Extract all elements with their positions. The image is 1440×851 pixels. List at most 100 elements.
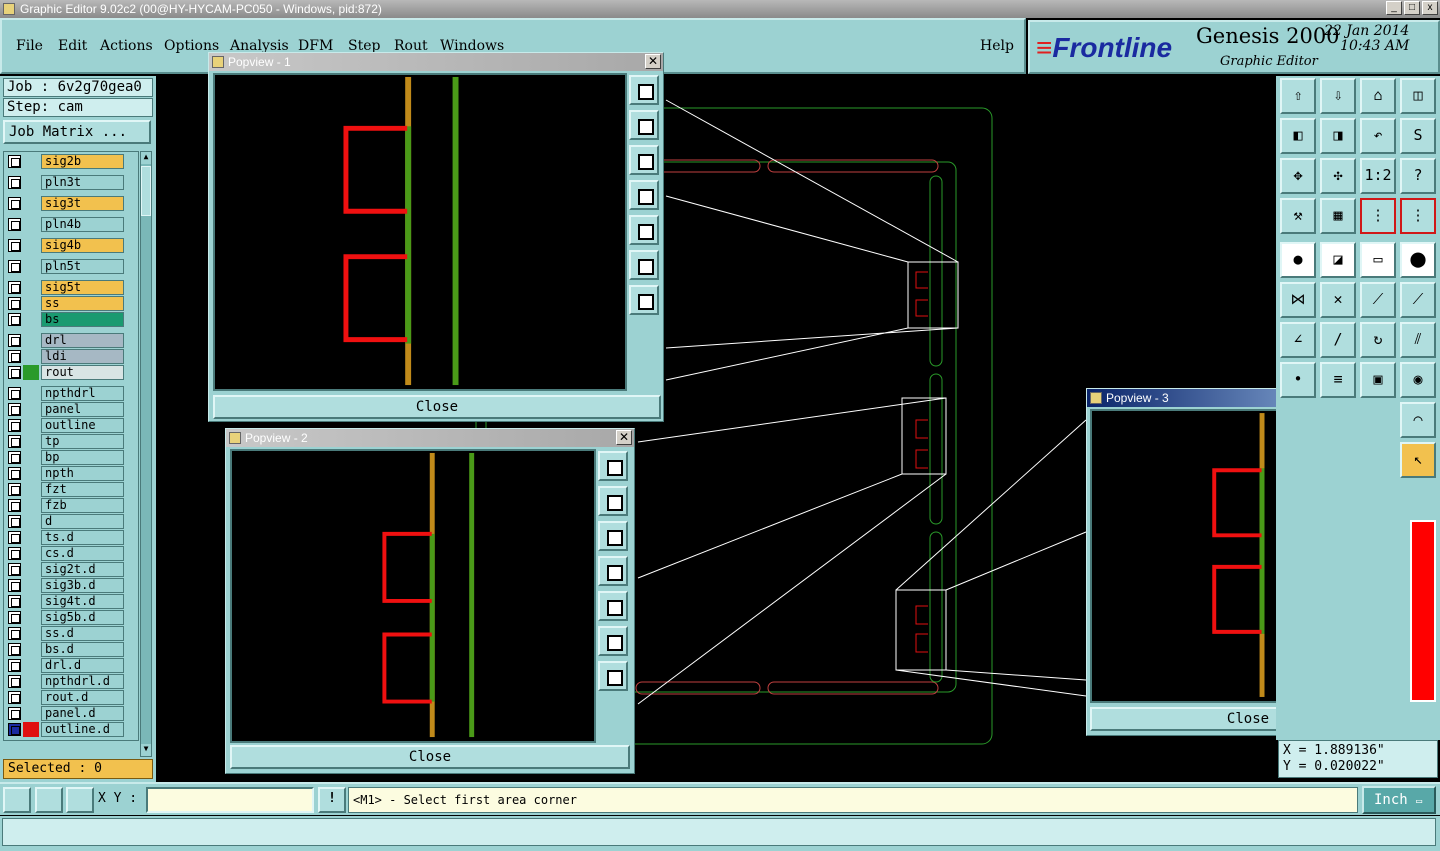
layer-row[interactable]: rout [6,365,126,380]
pop-zoom-in-button[interactable] [598,626,628,656]
layer-checkbox[interactable] [8,643,21,656]
layer-row[interactable]: cs.d [6,546,126,561]
layer-row[interactable]: drl [6,333,126,348]
layer-checkbox[interactable] [8,531,21,544]
snap-grid-icon[interactable] [66,787,94,813]
layer-name[interactable]: bp [41,450,124,465]
layer-row[interactable]: sig2b [6,154,126,169]
redraw-icon[interactable]: S [1400,118,1436,154]
layer-name[interactable]: pln3t [41,175,124,190]
menu-edit[interactable]: Edit [58,38,87,54]
layer-name[interactable]: rout.d [41,690,124,705]
split-view-icon[interactable]: ◫ [1400,78,1436,114]
layer-row[interactable]: fzb [6,498,126,513]
zoom-out-icon[interactable]: ✣ [1320,158,1356,194]
xy-input[interactable] [146,787,314,813]
minimize-button[interactable]: _ [1386,1,1402,15]
layer-checkbox[interactable] [8,176,21,189]
snap-angle-icon[interactable] [35,787,63,813]
popview-1-view[interactable] [213,73,627,391]
layer-row[interactable]: ss [6,296,126,311]
layer-scrollbar[interactable]: ▲ ▼ [140,151,152,757]
layer-name[interactable]: ts.d [41,530,124,545]
pop-pan-right-button[interactable] [629,215,659,245]
pop-pan-up-button[interactable] [629,110,659,140]
layer-name[interactable]: sig4b [41,238,124,253]
pop-pan-up-button[interactable] [598,486,628,516]
pan-right-icon[interactable]: ◨ [1320,118,1356,154]
layer-name[interactable]: sig2t.d [41,562,124,577]
layer-checkbox[interactable] [8,297,21,310]
layer-name[interactable]: panel.d [41,706,124,721]
layer-name[interactable]: drl [41,333,124,348]
layer-checkbox[interactable] [8,435,21,448]
layer-name[interactable]: bs.d [41,642,124,657]
layer-checkbox[interactable] [8,723,21,736]
ruler-tool-icon[interactable]: ⚒ [1280,198,1316,234]
layer-row[interactable]: bs.d [6,642,126,657]
snap-corner-icon[interactable] [3,787,31,813]
layer-row[interactable]: tp [6,434,126,449]
arc-icon[interactable]: ↻ [1360,322,1396,358]
layer-name[interactable]: sig5t [41,280,124,295]
layer-row[interactable]: npthdrl.d [6,674,126,689]
layer-row[interactable]: sig3t [6,196,126,211]
layer-name[interactable]: sig3b.d [41,578,124,593]
menu-actions[interactable]: Actions [100,38,153,54]
ff-icon[interactable]: ⫽ [1400,322,1436,358]
menu-file[interactable]: File [16,38,43,54]
align-icon[interactable]: ≡ [1320,362,1356,398]
unit-selector[interactable]: Inch ▭ [1362,786,1436,814]
layer-checkbox[interactable] [8,334,21,347]
layer-checkbox[interactable] [8,197,21,210]
layer-checkbox[interactable] [8,239,21,252]
job-matrix-button[interactable]: Job Matrix ... [3,120,151,144]
layer-row[interactable]: sig5t [6,280,126,295]
dot-select-icon[interactable]: ⬤ [1400,242,1436,278]
snap-alt-icon[interactable]: ⋮ [1400,198,1436,234]
layer-name[interactable]: npthdrl [41,386,124,401]
download-icon[interactable]: ⇩ [1320,78,1356,114]
layer-name[interactable]: pln4b [41,217,124,232]
angle-icon[interactable]: ∠ [1280,322,1316,358]
cross-icon[interactable]: ✕ [1320,282,1356,318]
line-point-alt-icon[interactable]: ⟋ [1400,282,1436,318]
pan-left-icon[interactable]: ◧ [1280,118,1316,154]
layer-checkbox[interactable] [8,675,21,688]
layer-name[interactable]: outline.d [41,722,124,737]
popview-2-view[interactable] [230,449,596,743]
maximize-button[interactable]: □ [1404,1,1420,15]
layer-checkbox[interactable] [8,218,21,231]
layer-checkbox[interactable] [8,547,21,560]
layer-row[interactable]: sig4t.d [6,594,126,609]
arc-red-icon[interactable]: ⌒ [1400,402,1436,438]
undo-view-icon[interactable]: ↶ [1360,118,1396,154]
layer-row[interactable]: ts.d [6,530,126,545]
snap-icon[interactable]: ⋮ [1360,198,1396,234]
menu-help[interactable]: Help [980,38,1014,54]
layer-name[interactable]: tp [41,434,124,449]
layer-checkbox[interactable] [8,627,21,640]
layer-name[interactable]: sig4t.d [41,594,124,609]
pop-pan-down-button[interactable] [629,145,659,175]
layer-row[interactable]: fzt [6,482,126,497]
cursor-icon[interactable]: ↖ [1400,442,1436,478]
layer-name[interactable]: npth [41,466,124,481]
layer-checkbox[interactable] [8,350,21,363]
layer-row[interactable]: bs [6,312,126,327]
layer-row[interactable]: outline [6,418,126,433]
pop-pan-right-button[interactable] [598,591,628,621]
layer-name[interactable]: pln5t [41,259,124,274]
layer-name[interactable]: outline [41,418,124,433]
upload-icon[interactable]: ⇧ [1280,78,1316,114]
point-icon[interactable]: • [1280,362,1316,398]
layer-row[interactable]: panel [6,402,126,417]
slash-icon[interactable]: / [1320,322,1356,358]
layer-name[interactable]: panel [41,402,124,417]
layer-checkbox[interactable] [8,579,21,592]
pop-pan-down-button[interactable] [598,521,628,551]
zoom-fit-icon[interactable]: ✥ [1280,158,1316,194]
pop-zoom-out-button[interactable] [629,285,659,315]
popview-1-close-button[interactable]: Close [213,395,661,419]
layer-checkbox[interactable] [8,515,21,528]
